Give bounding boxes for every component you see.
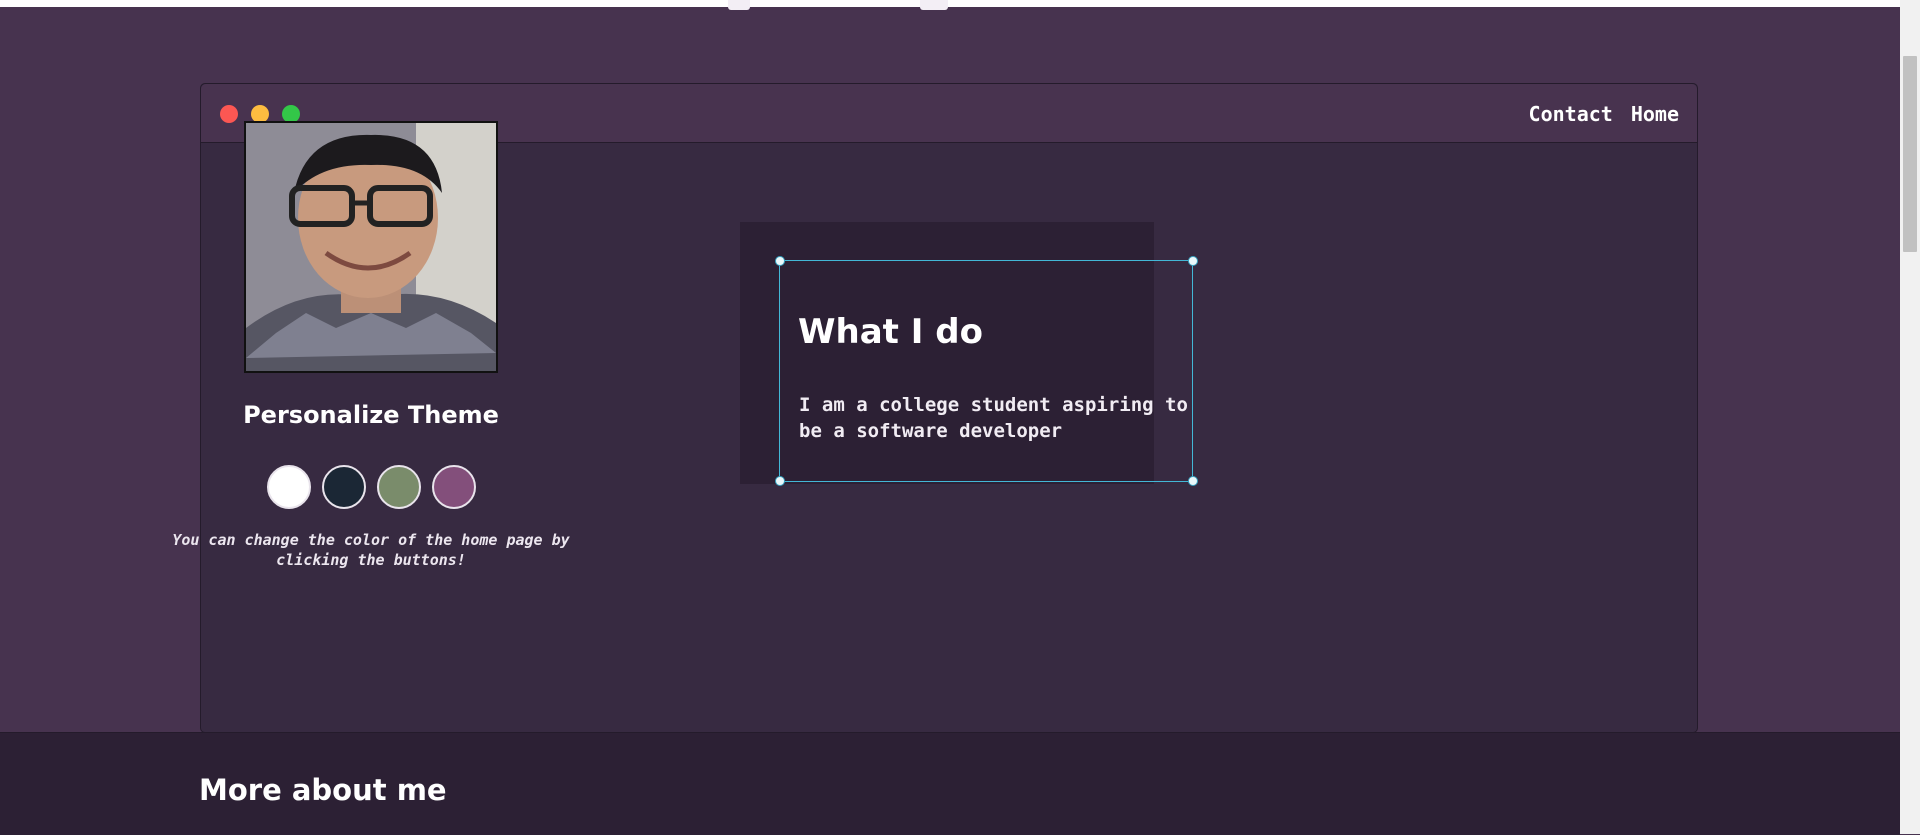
resize-handle-top-left[interactable] — [775, 256, 785, 266]
theme-swatch-sage[interactable] — [377, 465, 421, 509]
selection-box[interactable] — [779, 260, 1193, 482]
window-nav: Contact Home — [1529, 102, 1679, 126]
nav-home-link[interactable]: Home — [1631, 102, 1679, 126]
personalize-theme-heading: Personalize Theme — [243, 401, 499, 429]
what-i-do-text: I am a college student aspiring to be a … — [799, 394, 1188, 442]
theme-swatches — [265, 465, 477, 509]
theme-swatch-white[interactable] — [267, 465, 311, 509]
profile-photo-image — [246, 123, 496, 371]
cut-off-page-title — [720, 0, 960, 16]
more-about-me-section: More about me — [0, 732, 1900, 835]
page-scrollbar[interactable] — [1900, 0, 1920, 834]
close-dot-icon[interactable] — [220, 105, 238, 123]
scrollbar-thumb[interactable] — [1903, 56, 1917, 252]
nav-contact-link[interactable]: Contact — [1529, 102, 1613, 126]
what-i-do-heading: What I do — [798, 312, 983, 352]
theme-swatch-plum[interactable] — [432, 465, 476, 509]
resize-handle-bottom-right[interactable] — [1188, 476, 1198, 486]
resize-handle-bottom-left[interactable] — [775, 476, 785, 486]
theme-instructions: You can change the color of the home pag… — [172, 531, 570, 569]
more-about-me-heading: More about me — [199, 773, 447, 807]
theme-swatch-dark-navy[interactable] — [322, 465, 366, 509]
resize-handle-top-right[interactable] — [1188, 256, 1198, 266]
profile-photo — [244, 121, 498, 373]
